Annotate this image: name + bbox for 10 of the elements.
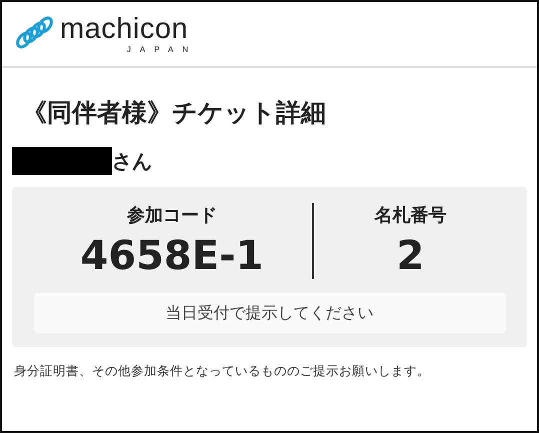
logo-wordmark: machicon xyxy=(60,14,188,44)
page-title: 《同伴者様》チケット詳細 xyxy=(22,97,327,129)
notice-banner: 当日受付で提示してください xyxy=(34,293,506,333)
field-label: 参加コード xyxy=(126,204,217,227)
field-label: 名札番号 xyxy=(374,204,446,227)
guest-name-suffix: さん xyxy=(112,148,152,174)
footnote-text: 身分証明書、その他参加条件となっているもののご提示お願いします。 xyxy=(14,363,431,380)
field-value: 2 xyxy=(396,233,424,279)
logo-subtitle: JAPAN xyxy=(126,46,198,54)
field-value: 4658E-1 xyxy=(80,233,264,279)
